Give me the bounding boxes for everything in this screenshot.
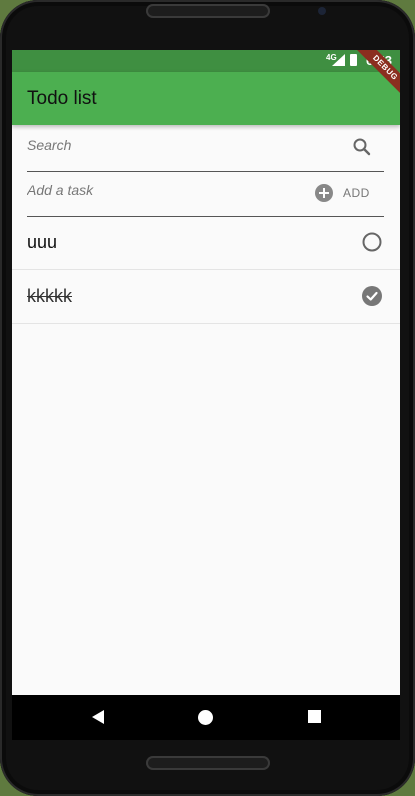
- top-speaker: [146, 4, 270, 18]
- page-title: Todo list: [27, 88, 97, 109]
- task-text: uuu: [27, 232, 58, 252]
- check-circle-icon[interactable]: [362, 286, 382, 306]
- add-task-input[interactable]: [27, 178, 327, 202]
- add-button-label: ADD: [343, 186, 370, 200]
- search-field: [27, 127, 384, 172]
- status-bar: 4G 6:53: [12, 50, 400, 72]
- front-camera: [318, 7, 326, 15]
- unchecked-circle-icon[interactable]: [362, 232, 382, 252]
- add-task-field: ADD: [27, 172, 384, 217]
- phone-frame: 4G 6:53 Todo list DEBUG: [0, 0, 415, 796]
- task-item[interactable]: kkkkk: [12, 270, 400, 324]
- bottom-speaker: [146, 756, 270, 770]
- task-text-completed: kkkkk: [27, 286, 72, 306]
- search-icon[interactable]: [352, 137, 372, 157]
- recents-icon[interactable]: [308, 710, 321, 723]
- battery-icon: [350, 54, 357, 66]
- add-circle-icon: [315, 184, 333, 202]
- signal-icon: [332, 54, 345, 66]
- search-input[interactable]: [27, 133, 327, 157]
- home-icon[interactable]: [198, 710, 213, 725]
- system-nav-bar: [12, 695, 400, 740]
- add-button[interactable]: ADD: [315, 182, 370, 204]
- app-bar: Todo list: [12, 72, 400, 125]
- app-screen: 4G 6:53 Todo list DEBUG: [12, 50, 400, 695]
- back-icon[interactable]: [91, 710, 105, 724]
- task-item[interactable]: uuu: [12, 216, 400, 270]
